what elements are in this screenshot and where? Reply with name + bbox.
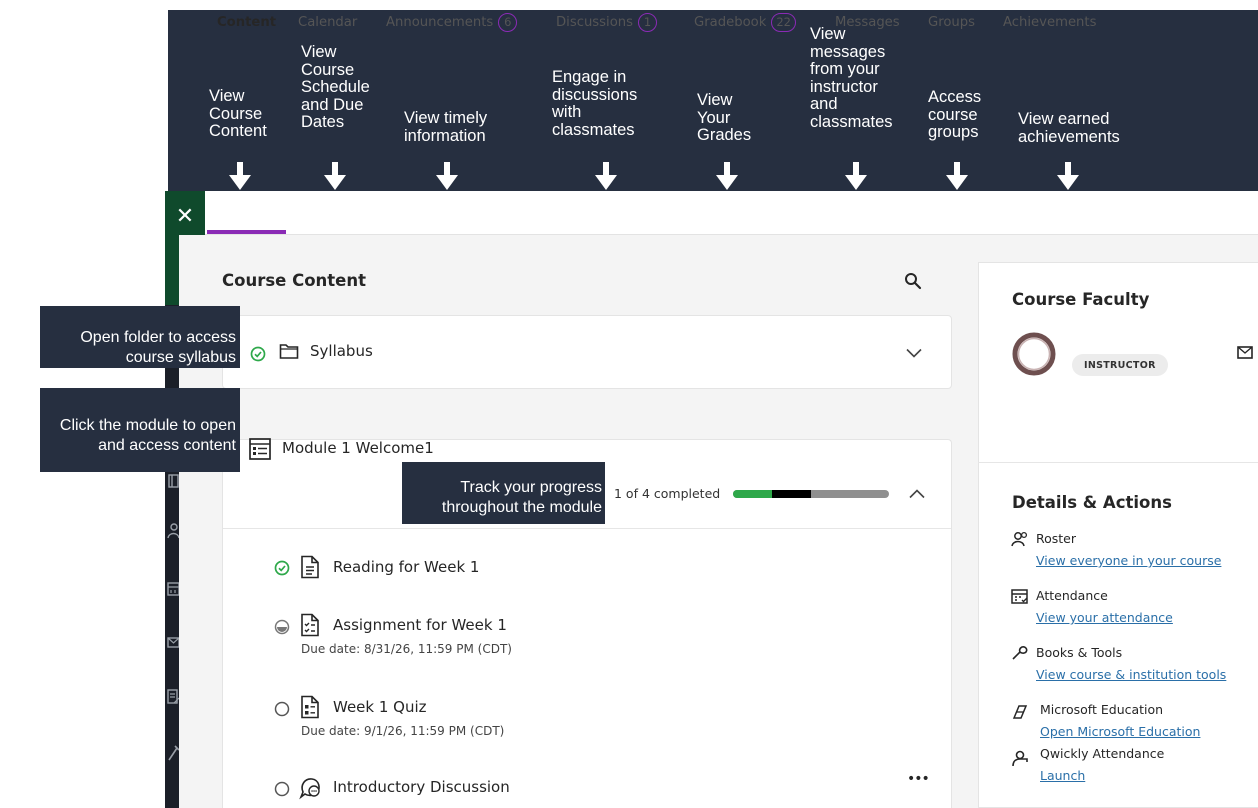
arrow-down-icon xyxy=(436,162,458,190)
annotation-module: Click the module to open and access cont… xyxy=(40,388,240,472)
completed-check-icon xyxy=(250,346,266,362)
tools-icon[interactable] xyxy=(167,744,179,762)
attendance-label: Attendance xyxy=(1036,588,1108,603)
screenshot-stage: View Course Content View Course Schedule… xyxy=(0,0,1258,808)
item-due-date: Due date: 9/1/26, 11:59 PM (CDT) xyxy=(301,724,505,738)
roster-label: Roster xyxy=(1036,531,1077,546)
discussion-icon xyxy=(299,778,320,800)
annotation-gradebook: View Your Grades xyxy=(697,91,752,144)
tab-gradebook[interactable]: Gradebook 22 xyxy=(694,0,796,44)
arrow-down-icon xyxy=(716,162,738,190)
item-title[interactable]: Introductory Discussion xyxy=(333,778,510,796)
module-divider xyxy=(223,528,951,529)
arrow-down-icon xyxy=(324,162,346,190)
books-tools-label: Books & Tools xyxy=(1036,645,1123,660)
tab-announcements[interactable]: Announcements 6 xyxy=(386,0,518,44)
document-icon xyxy=(301,555,319,579)
qwickly-label: Qwickly Attendance xyxy=(1040,746,1165,761)
calendar-icon[interactable] xyxy=(167,580,179,598)
annotation-progress: Track your progress throughout the modul… xyxy=(402,462,605,524)
tools-icon xyxy=(1012,646,1028,660)
annotation-syllabus: Open folder to access course syllabus xyxy=(40,306,240,368)
arrow-down-icon xyxy=(595,162,617,190)
in-progress-status-icon xyxy=(274,619,290,635)
tab-content[interactable]: Content xyxy=(217,0,276,44)
module-title[interactable]: Module 1 Welcome1 xyxy=(282,439,434,457)
not-started-status-icon xyxy=(274,701,290,717)
arrow-down-icon xyxy=(229,162,251,190)
annotation-discussions: Engage in discussions with classmates xyxy=(552,68,638,139)
tab-messages[interactable]: Messages xyxy=(835,0,900,44)
arrow-down-icon xyxy=(845,162,867,190)
gradebook-count-badge: 22 xyxy=(771,12,796,32)
tab-discussions[interactable]: Discussions 1 xyxy=(556,0,658,44)
attendance-link[interactable]: View your attendance xyxy=(1036,610,1173,625)
details-actions-heading: Details & Actions xyxy=(1012,493,1172,512)
annotation-calendar: View Course Schedule and Due Dates xyxy=(301,43,370,131)
item-due-date: Due date: 8/31/26, 11:59 PM (CDT) xyxy=(301,642,512,656)
learning-module-icon xyxy=(249,438,271,460)
course-tab-bar xyxy=(205,191,1258,235)
arrow-down-icon xyxy=(946,162,968,190)
tab-calendar[interactable]: Calendar xyxy=(298,0,357,44)
progress-completed-segment xyxy=(733,490,772,498)
announcements-count-badge: 6 xyxy=(498,12,518,32)
roster-icon xyxy=(1011,531,1028,547)
grades-icon[interactable] xyxy=(167,688,179,706)
microsoft-education-label: Microsoft Education xyxy=(1040,702,1164,717)
assignment-icon xyxy=(301,613,319,637)
item-title[interactable]: Reading for Week 1 xyxy=(333,558,479,576)
quiz-icon xyxy=(301,695,319,719)
course-faculty-heading: Course Faculty xyxy=(1012,290,1150,309)
groups-icon[interactable] xyxy=(167,522,179,540)
more-options-icon[interactable]: ••• xyxy=(907,771,930,787)
roster-link[interactable]: View everyone in your course xyxy=(1036,553,1221,568)
progress-in-progress-segment xyxy=(772,490,811,498)
instructor-role-badge: INSTRUCTOR xyxy=(1072,354,1168,376)
avatar[interactable] xyxy=(1011,331,1057,377)
chevron-up-icon[interactable] xyxy=(909,489,925,499)
close-icon: ✕ xyxy=(175,203,195,228)
arrow-down-icon xyxy=(1057,162,1079,190)
search-icon[interactable] xyxy=(904,272,922,290)
books-tools-link[interactable]: View course & institution tools xyxy=(1036,667,1226,682)
syllabus-title[interactable]: Syllabus xyxy=(310,342,373,360)
chevron-down-icon[interactable] xyxy=(906,348,922,358)
qwickly-icon xyxy=(1012,750,1028,767)
completed-check-icon xyxy=(274,560,290,576)
annotation-content: View Course Content xyxy=(209,87,267,140)
tab-achievements[interactable]: Achievements xyxy=(1003,0,1096,44)
close-course-button[interactable]: ✕ xyxy=(165,191,205,241)
messages-icon[interactable] xyxy=(167,634,179,652)
not-started-status-icon xyxy=(274,781,290,797)
microsoft-education-link[interactable]: Open Microsoft Education xyxy=(1040,724,1200,739)
module-progress-text: 1 of 4 completed xyxy=(614,486,721,501)
page-title: Course Content xyxy=(222,271,366,290)
discussions-count-badge: 1 xyxy=(638,12,658,32)
annotation-announcements: View timely information xyxy=(404,109,488,145)
item-title[interactable]: Week 1 Quiz xyxy=(333,698,427,716)
active-tab-indicator xyxy=(207,230,286,234)
folder-icon xyxy=(279,344,299,359)
rail-active-strip xyxy=(165,241,179,305)
qwickly-launch-link[interactable]: Launch xyxy=(1040,768,1085,783)
envelope-icon[interactable] xyxy=(1237,346,1253,359)
annotation-groups: Access course groups xyxy=(928,88,982,141)
microsoft-education-icon xyxy=(1012,705,1028,719)
attendance-icon xyxy=(1011,589,1028,604)
right-panel-divider xyxy=(978,462,1258,463)
module-progress-bar xyxy=(733,490,889,498)
item-title[interactable]: Assignment for Week 1 xyxy=(333,616,507,634)
courses-icon[interactable] xyxy=(167,472,179,490)
tab-groups[interactable]: Groups xyxy=(928,0,975,44)
annotation-achievements: View earned achievements xyxy=(1018,110,1120,146)
